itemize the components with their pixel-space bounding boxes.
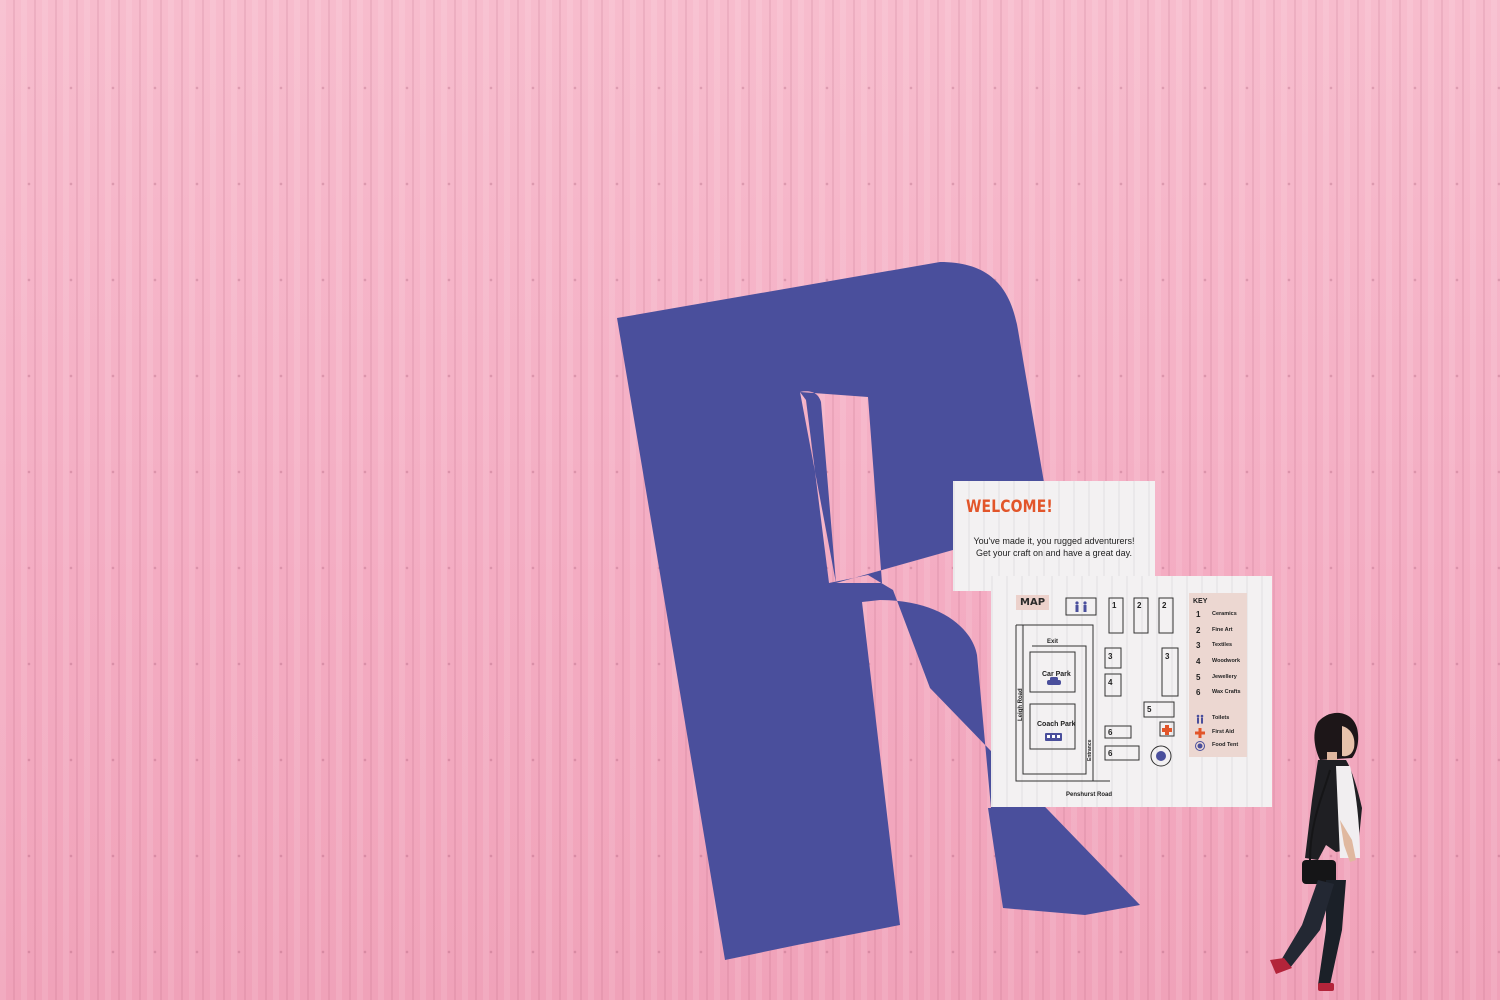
walking-woman (1270, 712, 1362, 991)
corrugated-pink-wall: WELCOME! You've made it, you rugged adve… (0, 0, 1500, 1000)
